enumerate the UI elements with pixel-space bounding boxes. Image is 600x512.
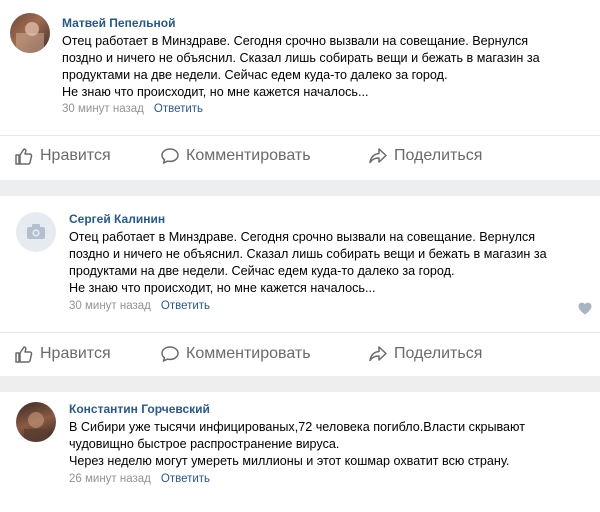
post-card: Константин Горчевский В Сибири уже тысяч… [0,392,600,512]
like-label: Нравится [40,345,111,362]
comment-icon [161,346,179,362]
share-button[interactable]: Поделиться [368,146,482,166]
user-photo-icon [24,412,48,442]
action-bar: Нравится Комментировать Поделиться [0,344,600,372]
author-name[interactable]: Матвей Пепельной [62,16,175,30]
post-card: Матвей Пепельной Отец работает в Минздра… [0,0,600,180]
like-button[interactable]: Нравится [14,344,111,364]
comment-icon [161,148,179,164]
timestamp[interactable]: 30 минут назад [62,103,144,115]
timestamp[interactable]: 30 минут назад [69,300,151,312]
comment-button[interactable]: Комментировать [160,146,311,166]
reply-link[interactable]: Ответить [154,103,203,115]
thumbs-up-icon [15,346,33,363]
divider [0,332,600,333]
post-text: В Сибири уже тысячи инфицированых,72 чел… [69,420,525,468]
divider [0,135,600,136]
like-label: Нравится [40,147,111,164]
comment-label: Комментировать [186,345,311,362]
timestamp[interactable]: 26 минут назад [69,473,151,485]
avatar[interactable] [16,212,56,252]
share-arrow-icon [369,346,387,362]
share-arrow-icon [369,148,387,164]
reply-link[interactable]: Ответить [161,473,210,485]
author-name[interactable]: Константин Горчевский [69,402,210,416]
comment-label: Комментировать [186,147,311,164]
like-button[interactable]: Нравится [14,146,111,166]
share-label: Поделиться [394,147,483,164]
post-card: Сергей Калинин Отец работает в Минздраве… [0,196,600,376]
camera-placeholder-icon [27,224,45,239]
avatar[interactable] [16,402,56,442]
share-button[interactable]: Поделиться [368,344,482,364]
post-text: Отец работает в Минздраве. Сегодня срочн… [69,230,547,295]
share-label: Поделиться [394,345,483,362]
thumbs-up-icon [15,148,33,165]
action-bar: Нравится Комментировать Поделиться [0,146,600,174]
post-meta: 30 минут назад Ответить [62,103,203,115]
author-name[interactable]: Сергей Калинин [69,212,165,226]
post-text: Отец работает в Минздраве. Сегодня срочн… [62,34,540,99]
avatar[interactable] [10,13,50,53]
post-meta: 30 минут назад Ответить [69,300,210,312]
comment-button[interactable]: Комментировать [160,344,311,364]
heart-icon[interactable] [578,302,592,315]
reply-link[interactable]: Ответить [161,300,210,312]
post-meta: 26 минут назад Ответить [69,473,210,485]
user-photo-icon [16,22,44,53]
